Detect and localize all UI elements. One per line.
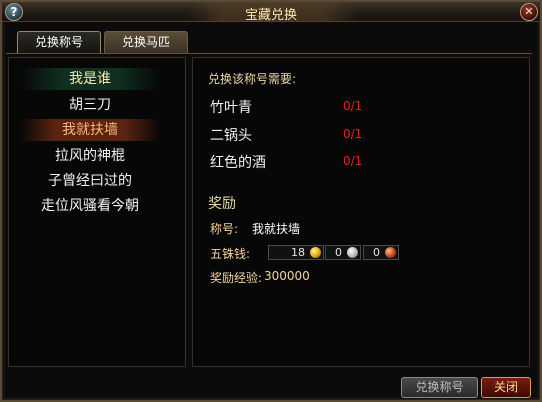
tab-divider xyxy=(6,53,532,54)
requirement-name: 二锅头 xyxy=(210,128,252,144)
close-icon[interactable]: ✕ xyxy=(520,3,538,21)
reward-title: 奖励 xyxy=(208,196,236,212)
close-button[interactable]: 关闭 xyxy=(481,377,531,398)
gold-coin-value: 18 xyxy=(291,246,305,259)
reward-name-label: 称号: xyxy=(210,222,239,236)
requirement-count: 0/1 xyxy=(343,99,363,113)
gold-coin-icon xyxy=(310,247,321,258)
list-item[interactable]: 我是谁 xyxy=(20,68,160,90)
tab-exchange-horse[interactable]: 兑换马匹 xyxy=(104,31,188,53)
title-bar[interactable]: ? 宝藏兑换 ✕ xyxy=(2,2,540,23)
money-label: 五铢钱: xyxy=(210,247,251,261)
requirement-name: 红色的酒 xyxy=(210,155,266,171)
reward-exp-label: 奖励经验: xyxy=(210,271,263,285)
reward-exp-value: 300000 xyxy=(264,269,310,283)
silver-coin-icon xyxy=(347,247,358,258)
list-item[interactable]: 走位风骚看今朝 xyxy=(20,195,160,217)
silver-coin-value: 0 xyxy=(335,246,342,259)
copper-coin-value: 0 xyxy=(373,246,380,259)
requirement-name: 竹叶青 xyxy=(210,100,252,116)
requirement-count: 0/1 xyxy=(343,127,363,141)
list-item[interactable]: 胡三刀 xyxy=(20,94,160,116)
list-item[interactable]: 我就扶墙 xyxy=(20,119,160,141)
requirements-heading: 兑换该称号需要: xyxy=(208,72,297,86)
copper-coin-icon xyxy=(385,247,396,258)
list-item[interactable]: 拉风的神棍 xyxy=(20,145,160,167)
silver-coin-field: 0 xyxy=(325,245,361,260)
exchange-title-button[interactable]: 兑换称号 xyxy=(401,377,478,398)
requirement-count: 0/1 xyxy=(343,154,363,168)
list-item[interactable]: 子曾经曰过的 xyxy=(20,170,160,192)
tab-exchange-title[interactable]: 兑换称号 xyxy=(17,31,101,53)
copper-coin-field: 0 xyxy=(363,245,399,260)
reward-name-value: 我就扶墙 xyxy=(252,222,301,236)
window-title: 宝藏兑换 xyxy=(244,8,297,23)
gold-coin-field: 18 xyxy=(268,245,324,260)
